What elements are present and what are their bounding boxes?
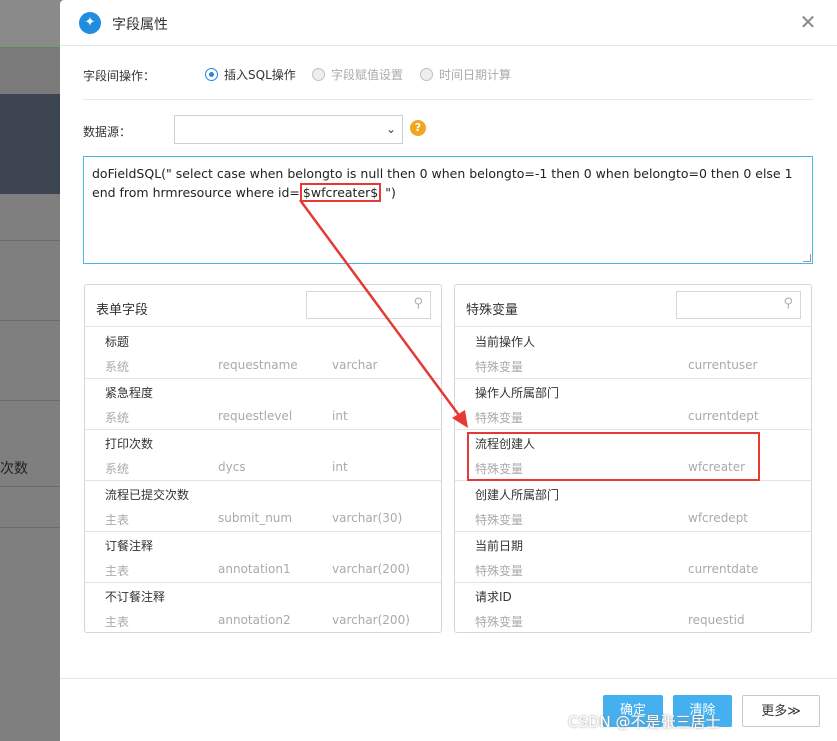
radio-datetime-calc[interactable]: 时间日期计算 [420,66,511,83]
list-item[interactable]: 流程已提交次数 主表 submit_num varchar(30) [85,481,441,532]
background-header [0,0,60,48]
form-fields-panel: 表单字段 ⚲ 标题 系统 requestname varchar 紧急程度 系统… [84,284,442,633]
item-name: 打印次数 [105,437,154,451]
highlight-box-wfcreater [467,432,760,481]
item-category: 主表 [105,564,130,578]
dialog-title: 字段属性 [112,17,168,33]
item-type: varchar(30) [332,511,403,525]
item-category: 系统 [105,462,130,476]
panel-header: 表单字段 ⚲ [85,285,441,327]
sql-textarea[interactable]: doFieldSQL(" select case when belongto i… [83,156,813,264]
item-variable: currentdept [688,409,759,423]
list-item[interactable]: 紧急程度 系统 requestlevel int [85,379,441,430]
item-type: varchar(200) [332,562,410,576]
radio-label: 插入SQL操作 [224,68,296,82]
radio-label: 字段赋值设置 [331,68,404,82]
item-category: 主表 [105,615,130,629]
item-category: 特殊变量 [475,360,524,374]
panel-title: 特殊变量 [466,303,519,318]
item-variable: currentdate [688,562,759,576]
item-variable: requestid [688,613,745,627]
item-field: submit_num [218,511,293,525]
list-item[interactable]: 不订餐注释 主表 annotation2 varchar(200) [85,583,441,632]
item-category: 系统 [105,411,130,425]
list-item[interactable]: 打印次数 系统 dycs int [85,430,441,481]
help-icon[interactable]: ? [410,120,426,136]
list-item[interactable]: 当前操作人 特殊变量 currentuser [455,328,811,379]
background-row-line [0,486,60,487]
background-row-line [0,527,60,528]
item-variable: currentuser [688,358,758,372]
radio-field-assign[interactable]: 字段赋值设置 [312,66,403,83]
list-item[interactable]: 订餐注释 主表 annotation1 varchar(200) [85,532,441,583]
item-name: 订餐注释 [105,539,154,553]
list-item[interactable]: 当前日期 特殊变量 currentdate [455,532,811,583]
resize-handle[interactable] [803,254,811,262]
item-category: 特殊变量 [475,615,524,629]
datasource-select[interactable]: ⌄ [174,115,403,144]
background-toolbar [0,48,60,94]
item-name: 不订餐注释 [105,590,166,604]
item-field: annotation1 [218,562,291,576]
list-item[interactable]: 操作人所属部门 特殊变量 currentdept [455,379,811,430]
datasource-label: 数据源： [83,125,132,139]
item-type: int [332,460,348,474]
list-item[interactable]: 请求ID 特殊变量 requestid [455,583,811,632]
item-name: 操作人所属部门 [475,386,560,400]
item-name: 流程已提交次数 [105,488,190,502]
sql-text: doFieldSQL(" select case when belongto i… [92,166,793,200]
item-type: varchar(200) [332,613,410,627]
divider [83,99,813,100]
item-name: 标题 [105,335,130,349]
item-name: 当前日期 [475,539,524,553]
panel-title: 表单字段 [96,303,149,318]
item-category: 系统 [105,360,130,374]
item-variable: wfcredept [688,511,749,525]
operation-label: 字段间操作： [83,69,156,83]
item-name: 创建人所属部门 [475,488,560,502]
close-icon[interactable]: ✕ [797,11,819,33]
background-side-text: 次数 [0,461,28,477]
search-icon: ⚲ [783,296,793,311]
item-category: 特殊变量 [475,513,524,527]
item-type: varchar [332,358,378,372]
item-field: requestname [218,358,298,372]
item-name: 紧急程度 [105,386,154,400]
list-item[interactable]: 创建人所属部门 特殊变量 wfcredept [455,481,811,532]
app-logo-icon: ✦ [79,12,101,34]
item-category: 主表 [105,513,130,527]
sql-text-suffix: ") [381,185,396,200]
radio-unchecked-icon [312,68,325,81]
more-button[interactable]: 更多≫ [742,695,820,727]
search-input[interactable]: ⚲ [676,291,801,319]
background-row-line [0,320,60,321]
radio-unchecked-icon [420,68,433,81]
background-dark-block [0,94,60,194]
item-field: dycs [218,460,246,474]
background-row-line [0,400,60,401]
watermark: CSDN @不是张三居士 [568,713,721,731]
item-field: requestlevel [218,409,293,423]
item-category: 特殊变量 [475,411,524,425]
list-item[interactable]: 标题 系统 requestname varchar [85,328,441,379]
form-fields-list: 标题 系统 requestname varchar 紧急程度 系统 reques… [85,328,441,632]
panel-header: 特殊变量 ⚲ [455,285,811,327]
item-name: 请求ID [475,590,512,604]
item-name: 当前操作人 [475,335,536,349]
item-field: annotation2 [218,613,291,627]
chevron-down-icon: ⌄ [385,122,396,136]
background-row-line [0,240,60,241]
item-type: int [332,409,348,423]
field-properties-dialog: ✦ 字段属性 ✕ 字段间操作： 插入SQL操作 字段赋值设置 时间日期计算 数据… [60,0,837,741]
item-category: 特殊变量 [475,564,524,578]
search-icon: ⚲ [413,296,423,311]
radio-insert-sql[interactable]: 插入SQL操作 [205,66,296,83]
radio-label: 时间日期计算 [439,68,512,82]
sql-variable-highlight: $wfcreater$ [299,183,382,202]
dialog-header: ✦ 字段属性 ✕ [60,0,837,46]
radio-checked-icon [205,68,218,81]
search-input[interactable]: ⚲ [306,291,431,319]
